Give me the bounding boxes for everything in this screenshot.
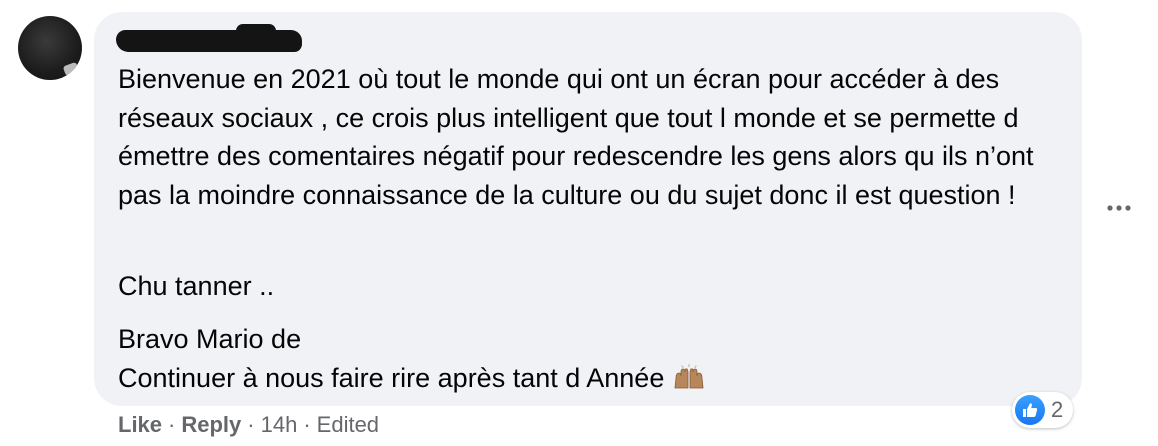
separator: ·: [168, 412, 176, 437]
comment-line-continuer: Continuer à nous faire rire après tant d…: [118, 359, 706, 398]
comment-line-bravo: Bravo Mario de: [118, 324, 302, 354]
raising-hands-icon: [674, 364, 704, 389]
edited-label[interactable]: Edited: [317, 412, 379, 437]
comment-actions: Like · Reply · 14h · Edited: [118, 412, 379, 438]
comment-line-continuer-text: Continuer à nous faire rire après tant d…: [118, 362, 665, 393]
comment-container: Bienvenue en 2021 où tout le monde qui o…: [0, 0, 1158, 446]
timestamp[interactable]: 14h: [261, 412, 298, 437]
author-name-redacted[interactable]: [116, 24, 302, 52]
like-button[interactable]: Like: [118, 412, 162, 437]
comment-paragraph-3: Bravo Mario de Continuer à nous faire ri…: [118, 320, 706, 397]
more-options-icon[interactable]: [1104, 198, 1134, 218]
reaction-summary[interactable]: 2: [1012, 392, 1074, 428]
comment-paragraph-2: Chu tanner ..: [118, 271, 275, 301]
reaction-count: 2: [1051, 397, 1064, 422]
avatar-detail: [62, 61, 80, 77]
separator: ·: [303, 412, 311, 437]
reply-button[interactable]: Reply: [181, 412, 241, 437]
separator: ·: [247, 412, 255, 437]
avatar[interactable]: [18, 16, 82, 80]
comment-bubble: Bienvenue en 2021 où tout le monde qui o…: [94, 12, 1082, 406]
comment-paragraph-1: Bienvenue en 2021 où tout le monde qui o…: [118, 64, 1034, 210]
like-reaction-icon: [1015, 395, 1045, 425]
